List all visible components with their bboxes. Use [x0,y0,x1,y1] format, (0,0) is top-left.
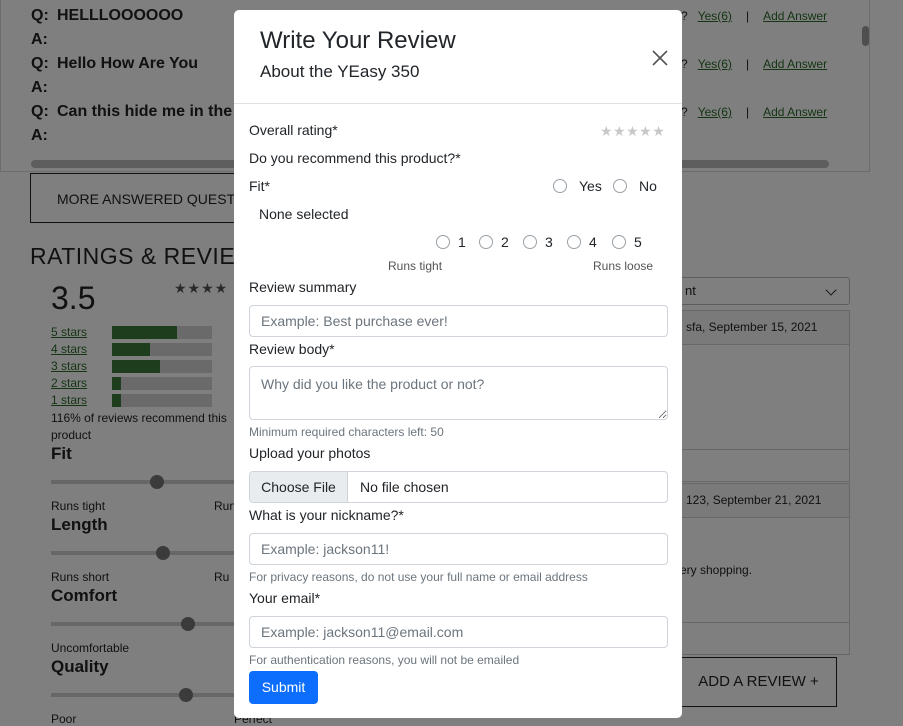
radio-circle[interactable] [479,235,493,249]
close-icon [652,50,668,66]
file-status: No file chosen [360,479,449,495]
choose-file-button[interactable]: Choose File [250,472,348,502]
photo-file-input[interactable]: Choose File No file chosen [249,471,668,503]
nickname-input[interactable] [249,533,668,565]
overall-rating-label: Overall rating* [249,122,338,138]
fit-radio-4[interactable]: 4 [567,234,597,250]
nickname-label: What is your nickname?* [249,507,404,523]
radio-circle[interactable] [567,235,581,249]
submit-button[interactable]: Submit [249,671,318,704]
fit-label: Fit* [249,178,270,194]
nickname-helper: For privacy reasons, do not use your ful… [249,570,588,584]
recommend-no-radio[interactable]: No [613,178,657,194]
close-button[interactable] [646,44,674,72]
radio-circle[interactable] [613,179,627,193]
scale-high-label: Runs loose [593,259,654,273]
review-summary-input[interactable] [249,305,668,337]
recommend-label: Do you recommend this product?* [249,150,461,166]
recommend-yes-radio[interactable]: Yes [553,178,602,194]
review-body-label: Review body* [249,341,335,357]
radio-circle[interactable] [612,235,626,249]
review-body-textarea[interactable] [249,366,668,420]
modal-header: Write Your Review About the YEasy 350 [234,10,682,104]
review-body-helper: Minimum required characters left: 50 [249,425,444,439]
radio-circle[interactable] [523,235,537,249]
scale-low-label: Runs tight [388,259,443,273]
fit-radio-2[interactable]: 2 [479,234,509,250]
radio-circle[interactable] [553,179,567,193]
radio-circle[interactable] [436,235,450,249]
modal-subtitle: About the YEasy 350 [260,62,420,81]
email-label: Your email* [249,590,321,606]
fit-radio-3[interactable]: 3 [523,234,553,250]
email-input[interactable] [249,616,668,648]
email-helper: For authentication reasons, you will not… [249,653,520,667]
fit-radio-5[interactable]: 5 [612,234,642,250]
review-summary-label: Review summary [249,279,357,295]
upload-photos-label: Upload your photos [249,445,371,461]
fit-selection-status: None selected [259,206,349,222]
fit-radio-1[interactable]: 1 [436,234,466,250]
star-rating-input[interactable]: ★★★★★ [600,123,665,140]
write-review-modal: Write Your Review About the YEasy 350 Ov… [234,10,682,718]
modal-title: Write Your Review [260,27,456,54]
